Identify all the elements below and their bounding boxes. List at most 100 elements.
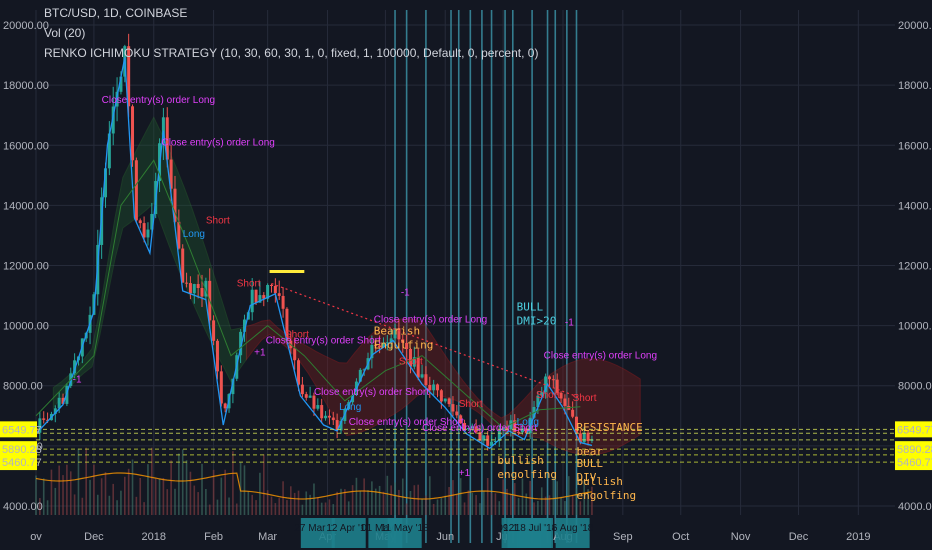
candle-body (320, 405, 324, 419)
candle-body (582, 432, 586, 443)
volume-bar (579, 501, 582, 515)
volume-bar (205, 488, 207, 515)
candle-body (324, 415, 328, 419)
volume-bar (46, 500, 49, 515)
y-tick-label-right: 20000.00 (898, 20, 932, 32)
annotation-long: Long (339, 402, 361, 413)
candle-body (424, 374, 428, 385)
symbol-title: BTC/USD, 1D, COINBASE (44, 6, 188, 20)
date-badge-label: 11 May '18 (381, 523, 429, 534)
volume-bar (50, 469, 53, 515)
volume-bar (73, 494, 76, 515)
volume-bar (189, 471, 192, 515)
volume-bar (398, 489, 400, 515)
annotation-short: Short (285, 330, 309, 341)
candle-body (250, 289, 254, 313)
x-tick-label: Sep (613, 531, 633, 543)
volume-bar (456, 494, 458, 515)
volume-bar (409, 490, 412, 515)
candle-body (327, 415, 331, 418)
volume-bar (309, 494, 311, 515)
annotation-close-entry-s-order-long: Close entry(s) order Long (544, 351, 657, 362)
volume-bar (120, 490, 122, 515)
volume-bar (490, 492, 493, 515)
volume-bar (540, 487, 543, 515)
x-tick-label: 2019 (846, 531, 870, 543)
volume-bar (452, 480, 454, 515)
annotation-short: Short (399, 357, 423, 368)
volume-bar (154, 478, 157, 515)
volume-bar (178, 453, 180, 515)
candle-body (215, 340, 219, 372)
volume-bar (297, 490, 300, 515)
volume-bar (390, 485, 392, 515)
volume-bar (494, 493, 497, 515)
volume-bar (247, 491, 250, 515)
annotation-1: +1 (459, 468, 471, 479)
volume-bar (440, 498, 443, 515)
volume-bar (324, 502, 327, 515)
volume-bar (201, 463, 203, 515)
volume-bar (123, 476, 126, 515)
annotation-long: Long (517, 417, 539, 428)
volume-bar (243, 465, 246, 515)
x-tick-label: 2018 (142, 531, 166, 543)
candle-body (331, 417, 335, 421)
volume-bar (378, 485, 381, 515)
volume-bar (181, 449, 184, 515)
volume-bar (108, 495, 111, 515)
volume-bar (475, 495, 477, 515)
candle-body (308, 395, 312, 398)
volume-bar (483, 491, 485, 515)
x-tick-label: Feb (204, 531, 223, 543)
candle-body (219, 371, 223, 404)
candle-body (254, 289, 258, 303)
volume-bar (382, 491, 385, 515)
volume-bar (317, 496, 319, 515)
candle-body (142, 223, 146, 238)
candle-body (451, 404, 455, 412)
y-tick-label: 12000.00 (3, 261, 49, 273)
volume-bar (278, 498, 281, 515)
volume-bar (432, 503, 435, 515)
volume-bar (224, 469, 226, 515)
volume-bar (104, 472, 107, 515)
volume-bar (371, 481, 373, 515)
candle-body (447, 398, 451, 405)
volume-bar (116, 500, 118, 515)
candle-body (551, 379, 555, 381)
price-chart[interactable]: Close entry(s) order Long Close entry(s) … (0, 0, 932, 550)
volume-bar (208, 504, 211, 515)
volume-bar (174, 488, 176, 515)
x-tick-label: Oct (672, 531, 689, 543)
candle-body (196, 284, 200, 288)
volume-legend: Vol (20) (44, 26, 86, 40)
volume-bar (170, 460, 172, 515)
volume-bar (274, 503, 277, 515)
volume-bar (69, 471, 72, 515)
volume-bar (386, 475, 389, 515)
volume-bar (100, 478, 103, 515)
volume-bar (417, 484, 420, 515)
volume-bar (216, 499, 219, 515)
volume-bar (158, 478, 161, 515)
volume-bar (571, 494, 574, 515)
candle-body (223, 403, 227, 409)
y-tick-label: 4000.00 (3, 501, 43, 513)
volume-bar (405, 503, 408, 515)
volume-bar (131, 459, 134, 515)
candle-body (146, 229, 150, 238)
volume-bar (363, 478, 365, 515)
volume-bar (193, 485, 196, 515)
volume-bar (374, 488, 377, 515)
candle-body (212, 320, 216, 341)
x-tick-label: Nov (731, 531, 751, 543)
volume-bar (513, 483, 516, 515)
volume-bar (162, 477, 165, 515)
volume-bar (220, 477, 223, 515)
volume-bar (147, 464, 149, 515)
candle-body (42, 418, 46, 420)
candle-body (297, 360, 301, 385)
candle-body (571, 409, 575, 417)
y-tick-label-right: 12000.00 (898, 261, 932, 273)
